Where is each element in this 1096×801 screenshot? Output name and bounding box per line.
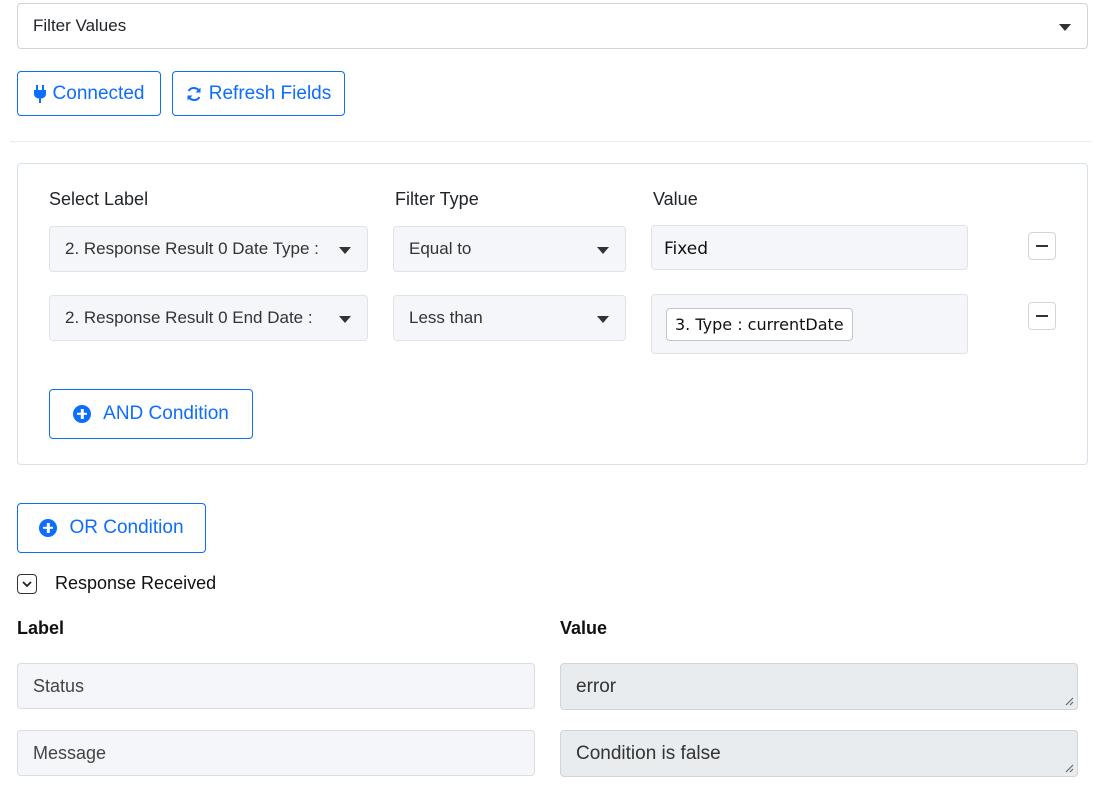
response-collapse-toggle[interactable] bbox=[17, 574, 37, 594]
chevron-down-icon bbox=[339, 247, 351, 254]
response-value-text: error bbox=[576, 675, 617, 697]
response-value-text: Condition is false bbox=[576, 742, 721, 764]
connected-label: Connected bbox=[52, 82, 145, 104]
condition-value-input[interactable]: 3. Type : currentDate bbox=[651, 294, 968, 354]
plus-circle-icon bbox=[39, 519, 58, 537]
resize-grip-icon[interactable] bbox=[1064, 696, 1074, 706]
or-condition-label: OR Condition bbox=[69, 517, 184, 538]
plug-icon bbox=[33, 84, 46, 103]
filter-type-select[interactable]: Equal to bbox=[393, 226, 626, 272]
resize-grip-icon[interactable] bbox=[1064, 763, 1074, 773]
filter-type-select-text: Less than bbox=[409, 308, 483, 327]
remove-condition-button[interactable] bbox=[1028, 232, 1056, 260]
remove-condition-button[interactable] bbox=[1028, 302, 1056, 330]
condition-label-select-text: 2. Response Result 0 End Date : bbox=[65, 308, 313, 327]
chevron-down-icon bbox=[597, 247, 609, 254]
response-received-title: Response Received bbox=[55, 573, 217, 593]
and-condition-button[interactable]: AND Condition bbox=[49, 389, 253, 439]
response-value-textarea[interactable]: Condition is false bbox=[560, 730, 1078, 777]
or-condition-button[interactable]: OR Condition bbox=[17, 503, 206, 553]
plus-circle-icon bbox=[73, 405, 92, 423]
response-label-text: Message bbox=[33, 742, 107, 763]
select-label-header: Select Label bbox=[49, 189, 149, 209]
response-value-textarea[interactable]: error bbox=[560, 663, 1078, 710]
minus-icon bbox=[1036, 315, 1048, 317]
condition-label-select-text: 2. Response Result 0 Date Type : bbox=[65, 239, 319, 258]
refresh-fields-button[interactable]: Refresh Fields bbox=[172, 71, 345, 116]
chevron-down-icon bbox=[597, 316, 609, 323]
response-label-field[interactable]: Message bbox=[17, 730, 535, 776]
filter-type-select[interactable]: Less than bbox=[393, 295, 626, 341]
filter-type-select-text: Equal to bbox=[409, 239, 472, 258]
response-label-field[interactable]: Status bbox=[17, 663, 535, 709]
chevron-down-icon bbox=[339, 316, 351, 323]
filter-values-select[interactable]: Filter Values bbox=[17, 3, 1088, 49]
divider bbox=[10, 141, 1092, 142]
value-header: Value bbox=[653, 189, 698, 209]
condition-label-select[interactable]: 2. Response Result 0 Date Type : bbox=[49, 226, 368, 272]
chevron-down-icon bbox=[22, 580, 32, 587]
response-label-text: Status bbox=[33, 675, 85, 696]
refresh-icon bbox=[187, 86, 201, 101]
variable-chip[interactable]: 3. Type : currentDate bbox=[666, 308, 853, 341]
condition-value-text: Fixed bbox=[664, 239, 709, 259]
response-label-header: Label bbox=[17, 618, 65, 638]
minus-icon bbox=[1036, 245, 1048, 247]
condition-value-input[interactable]: Fixed bbox=[651, 225, 968, 270]
and-condition-label: AND Condition bbox=[103, 403, 229, 424]
chevron-down-icon bbox=[1059, 24, 1071, 31]
response-value-header: Value bbox=[560, 618, 608, 638]
refresh-fields-label: Refresh Fields bbox=[208, 82, 332, 104]
filter-values-select-text: Filter Values bbox=[33, 16, 127, 35]
connected-button[interactable]: Connected bbox=[17, 71, 161, 116]
condition-label-select[interactable]: 2. Response Result 0 End Date : bbox=[49, 295, 368, 341]
filter-type-header: Filter Type bbox=[395, 189, 479, 209]
